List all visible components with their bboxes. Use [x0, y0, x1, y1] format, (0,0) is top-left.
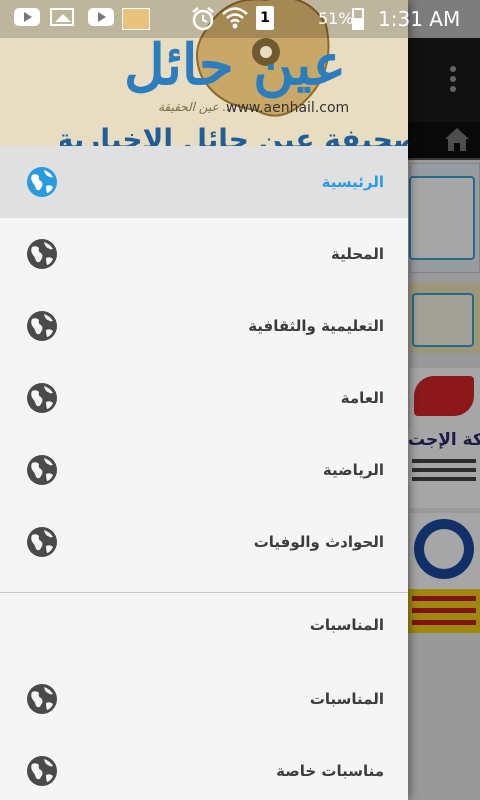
sim-icon: 1	[256, 6, 274, 30]
wifi-icon	[222, 7, 248, 29]
battery-icon	[352, 8, 364, 30]
menu-item-label: الرياضية	[322, 461, 384, 479]
menu-item-label: المحلية	[331, 245, 384, 263]
menu-item-label: المناسبات	[309, 690, 384, 708]
alarm-icon	[192, 7, 214, 31]
logo-text: عين حائل	[123, 32, 347, 98]
status-bar: 1 51% 1:31 AM	[0, 0, 480, 38]
navigation-drawer: عين حائل عين الحقيقة .. www.aenhail.com …	[0, 0, 408, 800]
section-header-occasions: المناسبات	[0, 593, 408, 657]
drawer-menu: الرئيسية المحلية التعليمية والثقافية الع…	[0, 146, 408, 800]
menu-item-accidents-obituaries[interactable]: الحوادث والوفيات	[0, 506, 408, 578]
section-header-label: المناسبات	[309, 616, 384, 634]
app-thumbnail-icon	[122, 8, 150, 30]
menu-item-label: مناسبات خاصة	[276, 762, 384, 780]
globe-icon	[27, 167, 57, 197]
logo-slogan: عين الحقيقة ..	[158, 100, 231, 114]
menu-item-general[interactable]: العامة	[0, 362, 408, 434]
logo-banner: صحيفة عين حائل الإخبارية	[60, 123, 408, 146]
globe-icon	[27, 684, 57, 714]
clock: 1:31 AM	[378, 7, 461, 31]
globe-icon	[27, 239, 57, 269]
globe-icon	[27, 527, 57, 557]
menu-item-special-occasions[interactable]: مناسبات خاصة	[0, 735, 408, 800]
youtube-icon	[88, 8, 114, 26]
menu-item-label: العامة	[340, 389, 384, 407]
menu-item-home[interactable]: الرئيسية	[0, 146, 408, 218]
globe-icon	[27, 756, 57, 786]
gallery-icon	[50, 8, 74, 26]
youtube-icon	[14, 8, 40, 26]
globe-icon	[27, 383, 57, 413]
menu-item-label: الرئيسية	[321, 173, 384, 191]
menu-item-sports[interactable]: الرياضية	[0, 434, 408, 506]
battery-percentage: 51%	[318, 9, 354, 28]
menu-item-local[interactable]: المحلية	[0, 218, 408, 290]
menu-item-education-culture[interactable]: التعليمية والثقافية	[0, 290, 408, 362]
logo-url: www.aenhail.com	[226, 100, 350, 116]
globe-icon	[27, 455, 57, 485]
menu-item-label: الحوادث والوفيات	[253, 533, 384, 551]
menu-item-label: التعليمية والثقافية	[248, 317, 384, 335]
menu-item-occasions[interactable]: المناسبات	[0, 663, 408, 735]
globe-icon	[27, 311, 57, 341]
